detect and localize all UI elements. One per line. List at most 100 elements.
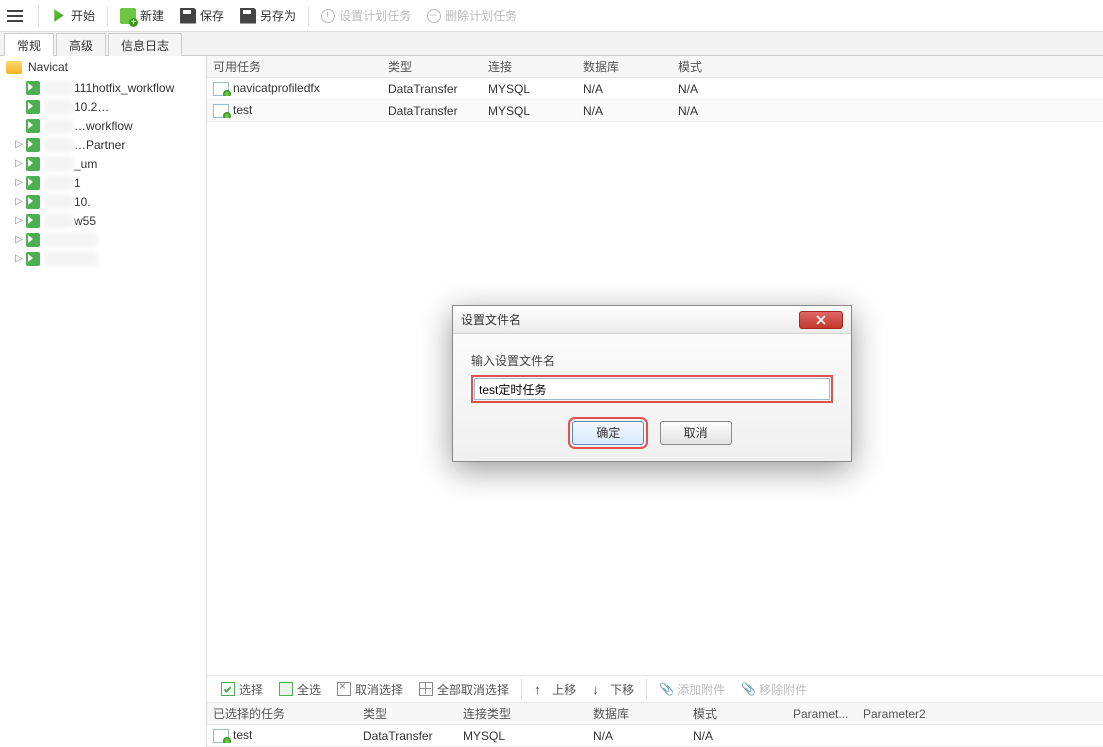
col-type[interactable]: 类型 xyxy=(382,58,482,75)
connection-icon xyxy=(26,233,40,247)
check-all-icon xyxy=(279,682,293,696)
connection-tree: Navicat xxxxx111hotfix_workflow xxxxx10.… xyxy=(0,56,207,747)
tab-general[interactable]: 常规 xyxy=(4,33,54,56)
tree-connection-item[interactable]: xxxxx10.2… xyxy=(0,97,206,116)
col-task[interactable]: 可用任务 xyxy=(207,58,382,75)
attach-add-icon: 📎 xyxy=(659,682,673,696)
tree-connection-item[interactable]: xxxxx111hotfix_workflow xyxy=(0,78,206,97)
connection-label: xxxxx10.2… xyxy=(44,100,109,114)
sel-col-mode[interactable]: 模式 xyxy=(687,705,787,722)
select-button[interactable]: 选择 xyxy=(213,677,271,701)
close-icon xyxy=(816,315,826,325)
dialog-ok-button[interactable]: 确定 xyxy=(572,421,644,445)
new-button[interactable]: 新建 xyxy=(112,2,172,30)
attach-remove-icon: 📎 xyxy=(741,682,755,696)
filename-input-highlight xyxy=(471,375,833,403)
tree-connection-item[interactable]: ▷ xxxxx1 xyxy=(0,173,206,192)
col-mode[interactable]: 模式 xyxy=(672,58,792,75)
set-schedule-label: 设置计划任务 xyxy=(339,7,411,24)
play-icon xyxy=(51,8,67,24)
delete-schedule-button[interactable]: 删除计划任务 xyxy=(419,2,525,30)
available-tasks-grid: 可用任务 类型 连接 数据库 模式 navicatprofiledfx Data… xyxy=(207,56,1103,122)
expand-icon[interactable]: ▷ xyxy=(14,139,24,150)
dialog-close-button[interactable] xyxy=(799,311,843,329)
remove-attachment-button[interactable]: 📎移除附件 xyxy=(733,677,815,701)
connection-label: xxxxx111hotfix_workflow xyxy=(44,81,174,95)
expand-icon[interactable]: ▷ xyxy=(14,196,24,207)
connection-icon xyxy=(26,214,40,228)
sel-col-p1[interactable]: Paramet... xyxy=(787,707,857,721)
uncheck-icon xyxy=(337,682,351,696)
sel-col-type[interactable]: 类型 xyxy=(357,705,457,722)
available-task-row[interactable]: navicatprofiledfx DataTransferMYSQL N/AN… xyxy=(207,78,1103,100)
clock-icon xyxy=(321,9,335,23)
dialog-label: 输入设置文件名 xyxy=(471,352,833,369)
connection-label: xxxxx…Partner xyxy=(44,138,125,152)
connection-icon xyxy=(26,252,40,266)
start-button[interactable]: 开始 xyxy=(43,2,103,30)
save-label: 保存 xyxy=(200,7,224,24)
sel-col-p2[interactable]: Parameter2 xyxy=(857,707,977,721)
add-attachment-button[interactable]: 📎添加附件 xyxy=(651,677,733,701)
save-as-icon xyxy=(240,8,256,24)
delete-icon xyxy=(427,9,441,23)
move-up-button[interactable]: 上移 xyxy=(526,677,584,701)
selected-task-row[interactable]: test DataTransferMYSQL N/AN/A xyxy=(207,725,1103,747)
tab-bar: 常规 高级 信息日志 xyxy=(0,32,1103,56)
save-icon xyxy=(180,8,196,24)
tree-connection-item[interactable]: xxxxx…workflow xyxy=(0,116,206,135)
new-label: 新建 xyxy=(140,7,164,24)
tree-root[interactable]: Navicat xyxy=(0,56,206,78)
expand-icon[interactable]: ▷ xyxy=(14,234,24,245)
connection-icon xyxy=(26,157,40,171)
start-label: 开始 xyxy=(71,7,95,24)
tree-connection-item[interactable]: ▷ xxxxx_um xyxy=(0,154,206,173)
dialog-title: 设置文件名 xyxy=(461,311,799,328)
connection-icon xyxy=(26,100,40,114)
connection-icon xyxy=(26,176,40,190)
col-db[interactable]: 数据库 xyxy=(577,58,672,75)
check-icon xyxy=(221,682,235,696)
main-toolbar: 开始 新建 保存 另存为 设置计划任务 删除计划任务 xyxy=(0,0,1103,32)
set-schedule-button[interactable]: 设置计划任务 xyxy=(313,2,419,30)
tree-connection-item[interactable]: ▷ xxxxxxxxx xyxy=(0,249,206,268)
grid-icon xyxy=(419,682,433,696)
move-down-button[interactable]: 下移 xyxy=(584,677,642,701)
root-label: Navicat xyxy=(28,60,68,74)
connection-label: xxxxxxxxx xyxy=(44,252,98,266)
tab-log[interactable]: 信息日志 xyxy=(108,33,182,56)
connection-label: xxxxx1 xyxy=(44,176,81,190)
deselect-all-button[interactable]: 全部取消选择 xyxy=(411,677,517,701)
sel-col-conn[interactable]: 连接类型 xyxy=(457,705,587,722)
expand-icon[interactable]: ▷ xyxy=(14,215,24,226)
save-filename-dialog: 设置文件名 输入设置文件名 确定 取消 xyxy=(452,305,852,462)
expand-icon[interactable]: ▷ xyxy=(14,253,24,264)
tab-advanced[interactable]: 高级 xyxy=(56,33,106,56)
arrow-up-icon xyxy=(534,682,548,696)
tree-connection-item[interactable]: ▷ xxxxxxxxx xyxy=(0,230,206,249)
sel-col-db[interactable]: 数据库 xyxy=(587,705,687,722)
filename-input[interactable] xyxy=(474,378,830,400)
connection-label: xxxxxw55 xyxy=(44,214,96,228)
new-icon xyxy=(120,8,136,24)
save-button[interactable]: 保存 xyxy=(172,2,232,30)
connection-icon xyxy=(26,138,40,152)
connection-label: xxxxx10. xyxy=(44,195,91,209)
select-all-button[interactable]: 全选 xyxy=(271,677,329,701)
col-conn[interactable]: 连接 xyxy=(482,58,577,75)
task-icon xyxy=(213,82,229,96)
dialog-cancel-button[interactable]: 取消 xyxy=(660,421,732,445)
save-as-button[interactable]: 另存为 xyxy=(232,2,304,30)
available-task-row[interactable]: test DataTransferMYSQL N/AN/A xyxy=(207,100,1103,122)
selected-tasks-grid: 已选择的任务 类型 连接类型 数据库 模式 Paramet... Paramet… xyxy=(207,703,1103,747)
arrow-down-icon xyxy=(592,682,606,696)
tree-connection-item[interactable]: ▷ xxxxx10. xyxy=(0,192,206,211)
deselect-button[interactable]: 取消选择 xyxy=(329,677,411,701)
expand-icon[interactable]: ▷ xyxy=(14,158,24,169)
expand-icon[interactable]: ▷ xyxy=(14,177,24,188)
sel-col-task[interactable]: 已选择的任务 xyxy=(207,705,357,722)
tree-connection-item[interactable]: ▷ xxxxx…Partner xyxy=(0,135,206,154)
menu-icon[interactable] xyxy=(4,5,26,27)
tree-connection-item[interactable]: ▷ xxxxxw55 xyxy=(0,211,206,230)
connection-icon xyxy=(26,195,40,209)
